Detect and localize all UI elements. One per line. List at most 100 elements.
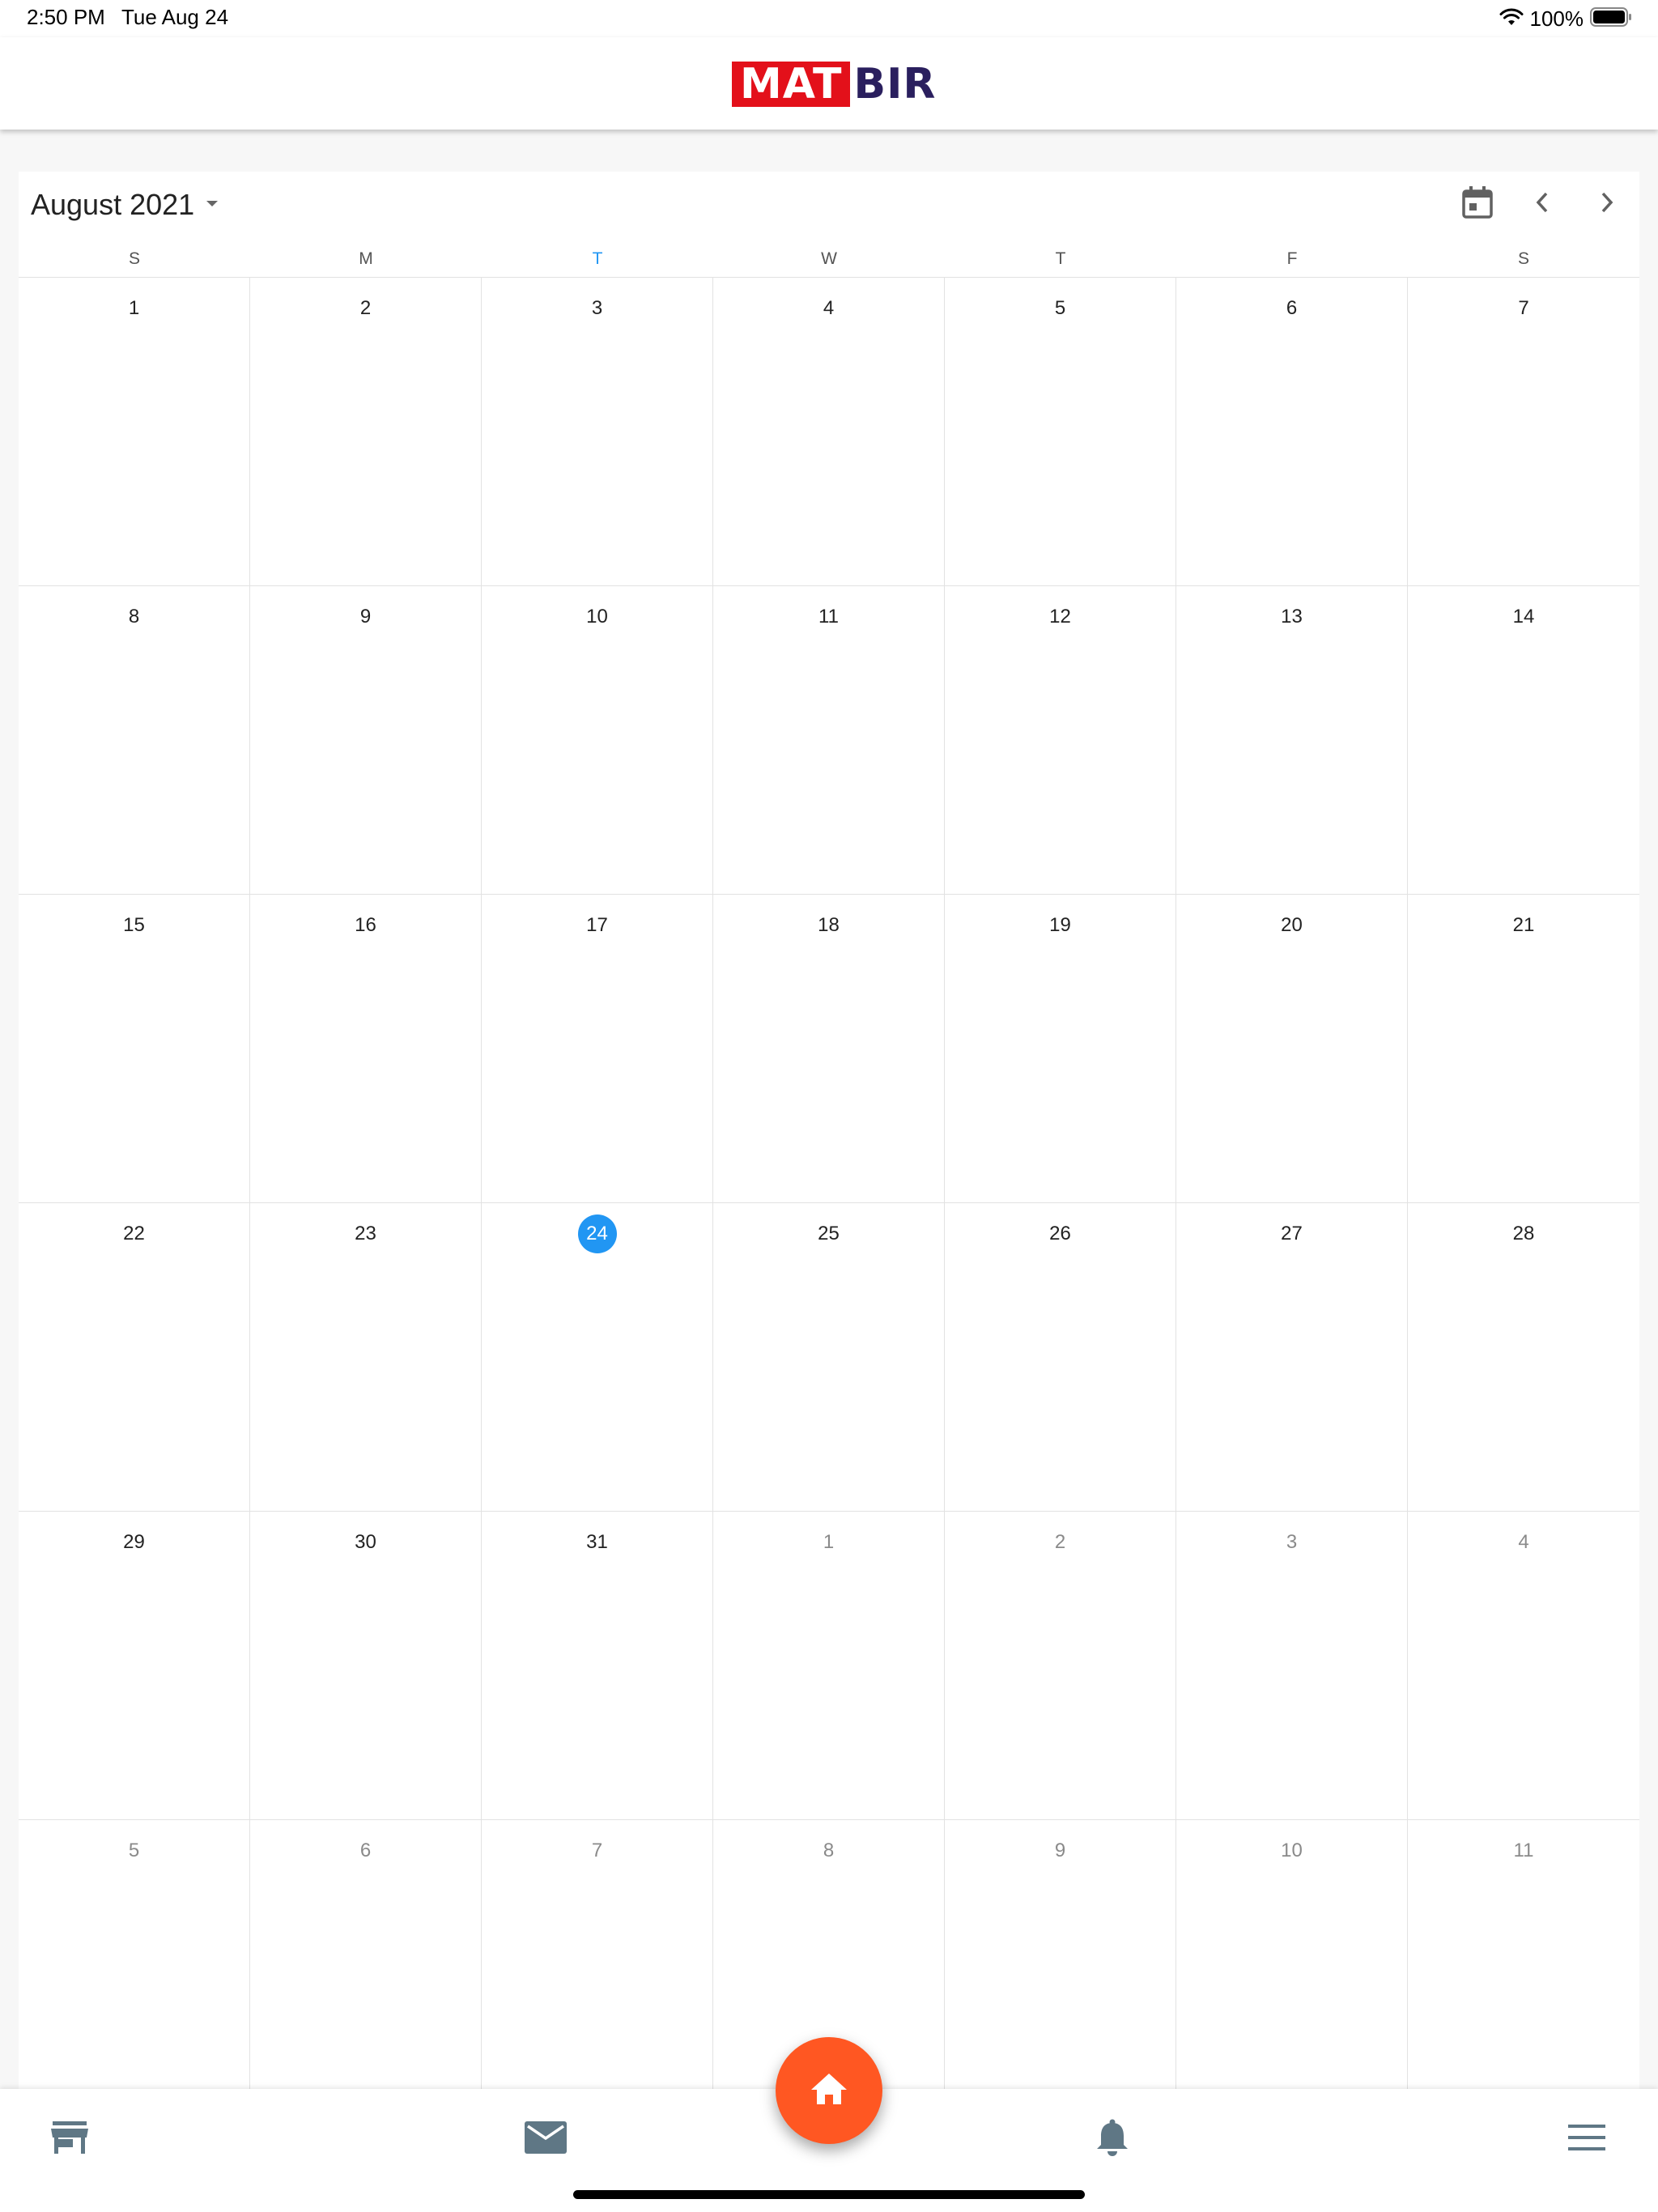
day-cell[interactable]: 19: [945, 895, 1176, 1203]
day-cell[interactable]: 11: [713, 586, 945, 895]
weekday-label: M: [359, 249, 373, 268]
day-cell[interactable]: 26: [945, 1203, 1176, 1512]
month-title: August 2021: [31, 188, 195, 221]
matbir-logo: MAT BIR: [732, 62, 939, 107]
day-number: 3: [591, 297, 603, 319]
store-button[interactable]: [37, 2107, 102, 2172]
day-cell[interactable]: 14: [1408, 586, 1639, 895]
weekday-header-row: SMTWTFS: [19, 243, 1639, 275]
day-number: 18: [818, 914, 840, 936]
day-cell[interactable]: 28: [1408, 1203, 1639, 1512]
day-cell[interactable]: 13: [1176, 586, 1408, 895]
calendar-day-grid: 1 2 3 4 5 6 7 8 9 10 11 12 13 14 15 16 17 18 19 20 21 22 23 24 2…: [19, 277, 1639, 2129]
day-number: 1: [128, 297, 140, 319]
app-header: MAT BIR: [0, 37, 1658, 130]
day-number: 8: [823, 1840, 835, 1861]
day-number: 30: [355, 1531, 376, 1553]
day-cell[interactable]: 1: [19, 278, 250, 586]
day-cell[interactable]: 11: [1408, 1820, 1639, 2129]
day-number: 19: [1049, 914, 1071, 936]
today-date-badge: 24: [577, 1214, 617, 1253]
day-number: 15: [123, 914, 145, 936]
day-cell[interactable]: 18: [713, 895, 945, 1203]
day-cell[interactable]: 9: [945, 1820, 1176, 2129]
day-cell[interactable]: 4: [1408, 1512, 1639, 1820]
day-cell[interactable]: 10: [1176, 1820, 1408, 2129]
day-cell[interactable]: 9: [250, 586, 482, 895]
next-month-button[interactable]: [1575, 180, 1639, 228]
day-cell[interactable]: 12: [945, 586, 1176, 895]
day-number: 5: [128, 1840, 140, 1861]
day-cell[interactable]: 15: [19, 895, 250, 1203]
day-cell[interactable]: 6: [1176, 278, 1408, 586]
day-number: 6: [1286, 297, 1298, 319]
messages-button[interactable]: [513, 2107, 578, 2172]
weekday-label: S: [1517, 249, 1529, 268]
day-cell[interactable]: 16: [250, 895, 482, 1203]
month-picker-button[interactable]: August 2021: [31, 185, 219, 225]
calendar-actions: [1445, 180, 1639, 228]
day-number: 31: [586, 1531, 608, 1553]
menu-icon: [1567, 2124, 1606, 2155]
day-number: 6: [359, 1840, 372, 1861]
day-number: 11: [818, 606, 839, 627]
menu-button[interactable]: [1554, 2107, 1619, 2172]
bell-icon: [1095, 2118, 1130, 2161]
day-cell[interactable]: 1: [713, 1512, 945, 1820]
day-number: 1: [823, 1531, 835, 1553]
status-date: Tue Aug 24: [121, 5, 229, 29]
today-button[interactable]: [1445, 180, 1510, 228]
day-cell[interactable]: 5: [19, 1820, 250, 2129]
day-cell[interactable]: 23: [250, 1203, 482, 1512]
chevron-right-icon: [1599, 190, 1615, 219]
day-cell[interactable]: 8: [19, 586, 250, 895]
day-number: 12: [1049, 606, 1071, 627]
weekday-label: W: [821, 249, 837, 268]
home-button[interactable]: [776, 2037, 882, 2144]
day-number: 9: [359, 606, 372, 627]
day-number: 4: [823, 297, 835, 319]
day-number: 7: [591, 1840, 603, 1861]
day-cell[interactable]: 20: [1176, 895, 1408, 1203]
month-calendar: August 2021 S M T W T F S 1 2 3 4 5 6 7 …: [19, 172, 1639, 2129]
day-cell[interactable]: 5: [945, 278, 1176, 586]
day-cell[interactable]: 3: [482, 278, 713, 586]
day-cell[interactable]: 21: [1408, 895, 1639, 1203]
day-number: 9: [1054, 1840, 1066, 1861]
day-cell[interactable]: 2: [250, 278, 482, 586]
home-icon: [810, 2072, 848, 2110]
day-number: 10: [586, 606, 608, 627]
day-number: 4: [1518, 1531, 1529, 1553]
day-number: 27: [1281, 1223, 1303, 1244]
day-number: 22: [123, 1223, 145, 1244]
day-cell[interactable]: 2: [945, 1512, 1176, 1820]
battery-icon: [1590, 6, 1632, 32]
day-cell[interactable]: 25: [713, 1203, 945, 1512]
day-cell-today[interactable]: 24: [482, 1203, 713, 1512]
day-cell[interactable]: 27: [1176, 1203, 1408, 1512]
day-cell[interactable]: 7: [1408, 278, 1639, 586]
day-cell[interactable]: 30: [250, 1512, 482, 1820]
weekday-label: F: [1286, 249, 1298, 268]
day-cell[interactable]: 6: [250, 1820, 482, 2129]
day-number: 11: [1513, 1840, 1534, 1861]
chevron-left-icon: [1534, 190, 1550, 219]
status-time: 2:50 PM: [27, 5, 105, 29]
day-number: 3: [1286, 1531, 1298, 1553]
day-cell[interactable]: 3: [1176, 1512, 1408, 1820]
day-cell[interactable]: 7: [482, 1820, 713, 2129]
day-number: 25: [818, 1223, 840, 1244]
day-cell[interactable]: 10: [482, 586, 713, 895]
weekday-label: T: [592, 249, 603, 268]
notifications-button[interactable]: [1080, 2107, 1145, 2172]
day-cell[interactable]: 17: [482, 895, 713, 1203]
home-indicator: [573, 2190, 1085, 2199]
previous-month-button[interactable]: [1510, 180, 1575, 228]
day-cell[interactable]: 29: [19, 1512, 250, 1820]
day-cell[interactable]: 22: [19, 1203, 250, 1512]
day-cell[interactable]: 31: [482, 1512, 713, 1820]
day-number: 20: [1281, 914, 1303, 936]
day-cell[interactable]: 4: [713, 278, 945, 586]
day-number: 13: [1281, 606, 1303, 627]
status-bar: 2:50 PM Tue Aug 24 100%: [0, 0, 1658, 37]
